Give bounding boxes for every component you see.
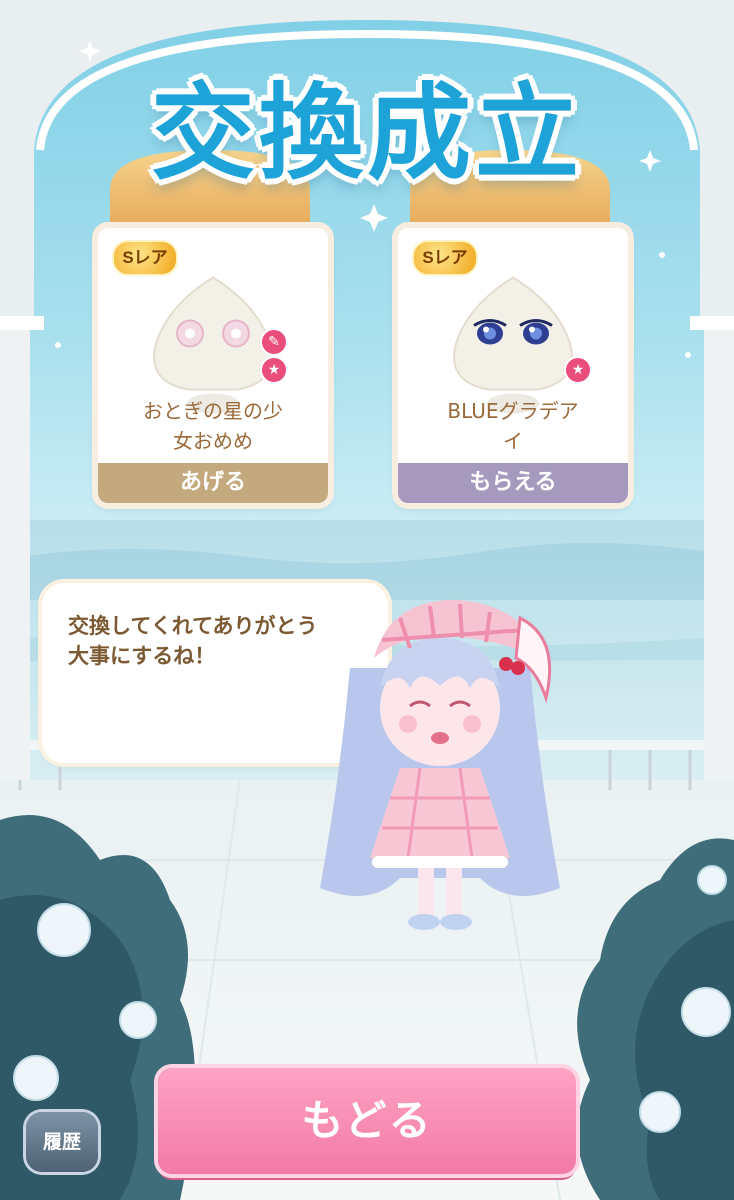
star-icon: ★ <box>260 356 288 384</box>
history-button[interactable]: 履歴 <box>26 1112 98 1172</box>
give-label: あげる <box>98 463 328 503</box>
receive-item-card[interactable]: Sレア ★ BLUEグラデア イ もらえる <box>398 228 628 503</box>
give-item-name: おとぎの星の少 女おめめ <box>143 399 283 453</box>
dropper-icon: ✎ <box>260 328 288 356</box>
receive-item-name: BLUEグラデア イ <box>447 399 579 453</box>
character-avatar <box>320 599 560 930</box>
trade-complete-screen: 交換成立 Sレア ✎ ★ おとぎの星の少 女おめめ あげる Sレア ★ BLUE… <box>0 0 734 1200</box>
give-item-card[interactable]: Sレア ✎ ★ おとぎの星の少 女おめめ あげる <box>98 228 328 503</box>
trade-complete-title: 交換成立 <box>150 72 583 194</box>
receive-label: もらえる <box>398 463 628 503</box>
star-icon: ★ <box>564 356 592 384</box>
back-button[interactable]: もどる <box>158 1068 576 1174</box>
